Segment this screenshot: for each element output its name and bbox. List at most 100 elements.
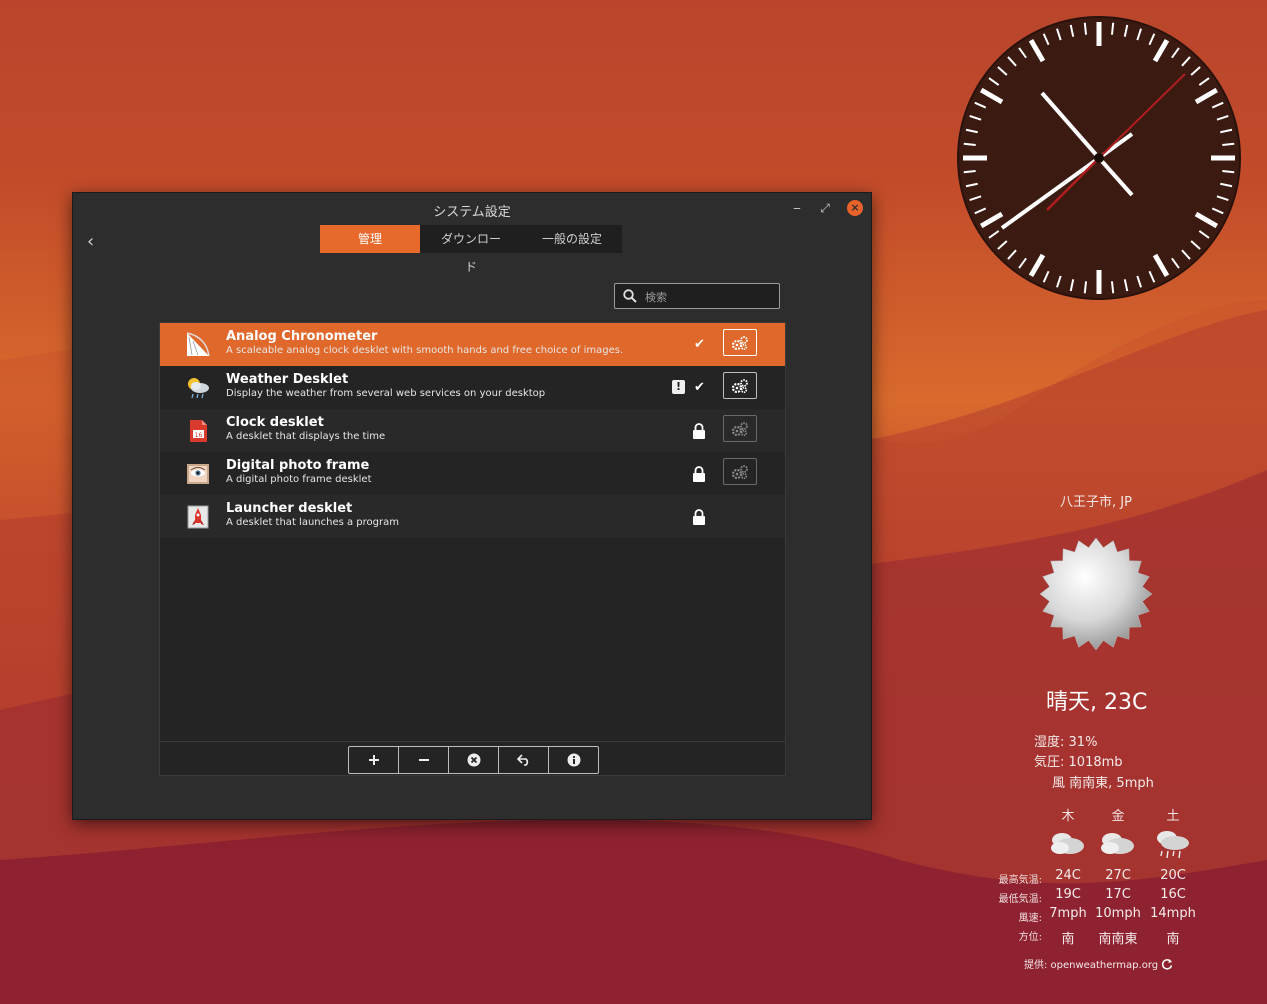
minute-tick: [1110, 281, 1115, 294]
info-icon: [567, 753, 580, 767]
forecast-high: 20C: [1160, 868, 1186, 883]
uninstall-button[interactable]: [449, 747, 499, 773]
lock-icon: [693, 509, 705, 525]
minute-tick: [1222, 169, 1235, 174]
desklet-description: A desklet that displays the time: [226, 431, 386, 442]
pressure-label: 気圧:: [1034, 755, 1065, 770]
add-button[interactable]: [349, 747, 399, 773]
weather-desklet-icon: [188, 378, 209, 399]
desklet-description: A digital photo frame desklet: [226, 474, 372, 485]
plus-icon: [368, 755, 379, 765]
restore-button[interactable]: [499, 747, 549, 773]
wind-speed-label: 風速:: [1018, 913, 1042, 924]
desklet-description: A desklet that launches a program: [226, 517, 399, 528]
titlebar[interactable]: システム設定 ‒ ⤢ ×: [73, 193, 871, 223]
settings-window: システム設定 ‒ ⤢ × ‹ 管理 ダウンロード 一般の設定 Analog Ch…: [72, 192, 872, 820]
low-temp-label: 最低気温:: [998, 894, 1042, 905]
clock-center: [1094, 153, 1104, 163]
enabled-check-icon: ✔: [694, 337, 705, 352]
minute-tick: [1083, 281, 1088, 294]
sunny-icon: [1039, 537, 1153, 651]
minute-tick: [963, 142, 976, 147]
forecast-low: 16C: [1160, 887, 1186, 902]
humidity-value: 31%: [1068, 735, 1098, 750]
wind-value: 南南東, 5mph: [1069, 776, 1154, 791]
minute-tick: [1222, 142, 1235, 147]
minute-tick: [963, 169, 976, 174]
desklet-list: Analog Chronometer A scaleable analog cl…: [159, 322, 786, 776]
configure-button[interactable]: [723, 329, 757, 356]
list-item[interactable]: 16 Clock desklet A desklet that displays…: [160, 409, 785, 452]
forecast-wind: 7mph: [1049, 906, 1087, 921]
weather-source-text: 提供: openweathermap.org: [1024, 960, 1159, 971]
tab-download[interactable]: ダウンロード: [420, 225, 522, 274]
high-temp-label: 最高気温:: [998, 875, 1042, 886]
weather-condition: 晴天, 23C: [1046, 690, 1148, 715]
tab-manage[interactable]: 管理: [320, 225, 420, 253]
refresh-icon[interactable]: [1161, 958, 1173, 970]
humidity-row: 湿度: 31%: [1034, 731, 1097, 750]
gears-icon: [731, 421, 748, 436]
close-button[interactable]: ×: [847, 200, 863, 216]
wind-row: 風 南南東, 5mph: [1052, 772, 1154, 791]
humidity-label: 湿度:: [1034, 735, 1065, 750]
minimize-button[interactable]: ‒: [789, 200, 805, 216]
list-item[interactable]: Digital photo frame A digital photo fram…: [160, 452, 785, 495]
forecast-direction: 南: [1061, 932, 1075, 947]
list-toolbar: [348, 746, 599, 774]
window-title: システム設定: [433, 205, 511, 220]
forecast-direction: 南: [1166, 932, 1180, 947]
search-input[interactable]: [643, 287, 775, 307]
desklet-description: Display the weather from several web ser…: [226, 388, 546, 399]
desklet-name: Digital photo frame: [226, 458, 370, 473]
warning-icon: !: [672, 380, 685, 394]
forecast-day: 土: [1166, 809, 1180, 824]
pressure-row: 気圧: 1018mb: [1034, 751, 1123, 770]
search-field[interactable]: [614, 283, 780, 309]
svg-text:16: 16: [195, 432, 203, 439]
minute-tick: [1083, 22, 1088, 35]
list-item[interactable]: Analog Chronometer A scaleable analog cl…: [160, 323, 785, 366]
toolbar-separator: [160, 741, 785, 742]
launcher-icon: [187, 505, 209, 529]
desklet-name: Weather Desklet: [226, 372, 349, 387]
forecast-wind: 10mph: [1095, 906, 1141, 921]
forecast-high: 27C: [1105, 868, 1131, 883]
forecast-low: 17C: [1105, 887, 1131, 902]
configure-button[interactable]: [723, 372, 757, 399]
minus-icon: [418, 759, 429, 761]
forecast-day: 金: [1111, 809, 1125, 824]
back-button[interactable]: ‹: [87, 231, 94, 252]
forecast-direction: 南南東: [1098, 932, 1138, 947]
info-button[interactable]: [549, 747, 598, 773]
maximize-button[interactable]: ⤢: [817, 200, 833, 216]
remove-button[interactable]: [399, 747, 449, 773]
forecast-low: 19C: [1055, 887, 1081, 902]
wind-direction-label: 方位:: [1018, 932, 1042, 943]
list-item[interactable]: Weather Desklet Display the weather from…: [160, 366, 785, 409]
analog-chronometer-icon: [186, 332, 210, 357]
clock-desklet-icon: 16: [190, 420, 207, 442]
list-item[interactable]: Launcher desklet A desklet that launches…: [160, 495, 785, 538]
undo-icon: [516, 754, 528, 766]
tab-general-settings[interactable]: 一般の設定: [522, 225, 622, 253]
lock-icon: [693, 423, 705, 439]
configure-button[interactable]: [723, 415, 757, 442]
tab-bar: 管理 ダウンロード 一般の設定: [320, 225, 622, 274]
lock-icon: [693, 466, 705, 482]
photo-frame-icon: [187, 464, 209, 484]
weather-source[interactable]: 提供: openweathermap.org: [1024, 956, 1173, 971]
desklet-name: Launcher desklet: [226, 501, 353, 516]
cloudy-icon: [1051, 833, 1084, 854]
pressure-value: 1018mb: [1068, 755, 1123, 770]
desklet-name: Clock desklet: [226, 415, 324, 430]
minute-tick: [1110, 22, 1115, 35]
wind-label: 風: [1052, 776, 1066, 791]
rain-icon: [1157, 831, 1189, 859]
weather-location: 八王子市, JP: [1060, 495, 1132, 510]
forecast-day: 木: [1061, 809, 1075, 824]
configure-button[interactable]: [723, 458, 757, 485]
analog-clock-desklet: [957, 16, 1241, 300]
enabled-check-icon: ✔: [694, 380, 705, 395]
cloudy-icon: [1101, 833, 1134, 854]
